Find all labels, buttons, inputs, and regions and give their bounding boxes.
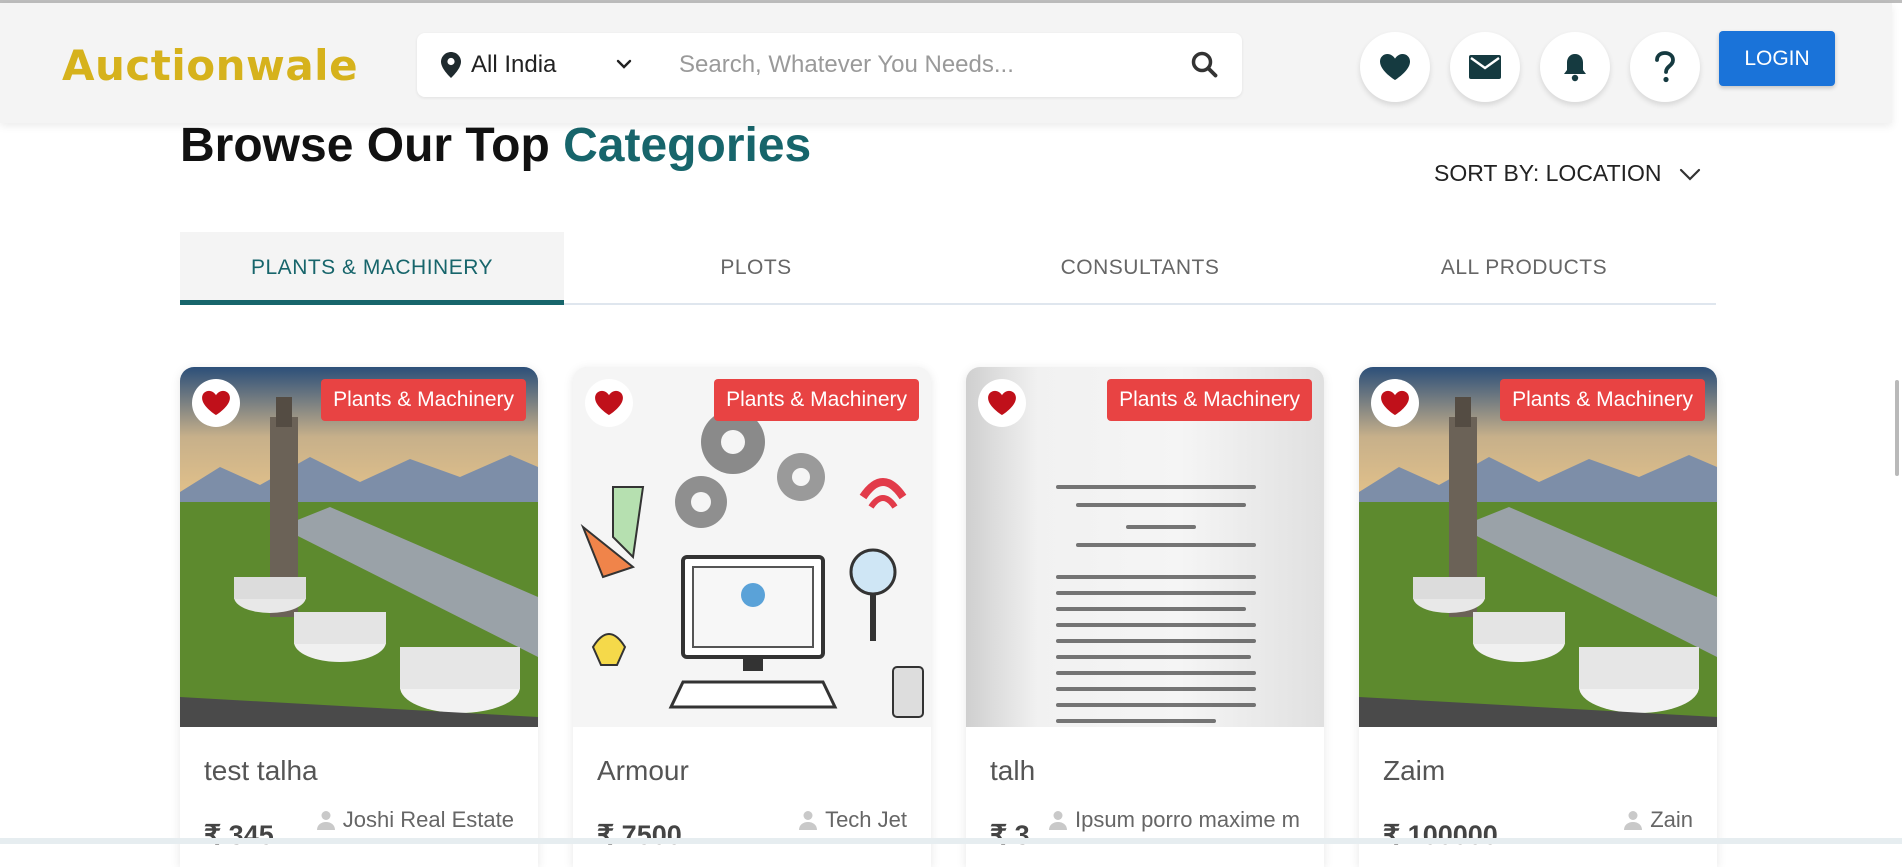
search-icon[interactable] [1189, 49, 1221, 81]
favorite-button[interactable] [192, 379, 240, 427]
product-price: ₹ 100000 [1383, 820, 1498, 850]
document-text-line [1056, 607, 1246, 611]
product-image-industrial-plant[interactable] [180, 367, 538, 727]
product-image-document[interactable] [966, 367, 1324, 727]
site-logo[interactable]: Auctionwale [62, 41, 358, 90]
product-title[interactable]: Armour [597, 755, 689, 787]
help-icon [1655, 51, 1675, 83]
search-bar: All India [417, 33, 1242, 97]
tab-all-products[interactable]: ALL PRODUCTS [1332, 232, 1716, 303]
favorite-button[interactable] [585, 379, 633, 427]
tab-plots[interactable]: PLOTS [564, 232, 948, 303]
chevron-down-icon [1679, 168, 1700, 181]
sort-dropdown[interactable]: SORT BY: LOCATION [1434, 160, 1702, 187]
seller-name: Ipsum porro maxime m [1075, 807, 1300, 832]
location-label: All India [471, 51, 557, 78]
heart-icon [1380, 54, 1410, 80]
document-text-line [1076, 503, 1246, 507]
product-card[interactable]: Plants & Machinery test talha ₹ 345 Josh… [180, 367, 538, 867]
seller-info: Joshi Real Estate [316, 807, 514, 833]
category-tabs: PLANTS & MACHINERY PLOTS CONSULTANTS ALL… [180, 232, 1716, 305]
search-input[interactable] [679, 45, 1169, 85]
user-icon [1624, 811, 1643, 830]
heart-icon [1381, 390, 1409, 416]
document-text-line [1056, 703, 1256, 707]
document-text-line [1056, 623, 1256, 627]
mail-icon [1469, 55, 1501, 79]
document-text-line [1056, 655, 1251, 659]
seller-info: Ipsum porro maxime m [1049, 807, 1300, 833]
user-icon [799, 811, 818, 830]
document-text-line [1056, 671, 1256, 675]
sort-label: SORT BY: LOCATION [1434, 160, 1662, 186]
product-card[interactable]: Plants & Machinery talh ₹ 3 Ipsum porro … [966, 367, 1324, 867]
heart-icon [202, 390, 230, 416]
tab-consultants[interactable]: CONSULTANTS [948, 232, 1332, 303]
document-text-line [1056, 687, 1256, 691]
product-image-web-design[interactable] [573, 367, 931, 727]
heart-icon [988, 390, 1016, 416]
product-price: ₹ 3 [990, 820, 1030, 850]
seller-name: Joshi Real Estate [342, 807, 514, 832]
category-badge: Plants & Machinery [714, 379, 919, 421]
user-icon [1049, 811, 1068, 830]
document-text-line [1056, 639, 1256, 643]
notifications-button[interactable] [1540, 32, 1610, 102]
scrollbar-thumb[interactable] [1895, 380, 1899, 476]
page-title: Browse Our Top Categories [180, 118, 811, 173]
user-icon [316, 811, 335, 830]
tab-plants-machinery[interactable]: PLANTS & MACHINERY [180, 232, 564, 305]
chevron-down-icon[interactable] [615, 55, 633, 73]
location-pin-icon [441, 52, 461, 78]
product-card[interactable]: Plants & Machinery Armour ₹ 7500 Tech Je… [573, 367, 931, 867]
seller-info: Zain [1624, 807, 1693, 833]
favorite-button[interactable] [1371, 379, 1419, 427]
product-price: ₹ 345 [204, 820, 274, 850]
product-image-industrial-plant[interactable] [1359, 367, 1717, 727]
category-badge: Plants & Machinery [321, 379, 526, 421]
top-navbar: Auctionwale All India Search, Whatever Y… [0, 3, 1892, 123]
login-button[interactable]: LOGIN [1719, 31, 1835, 86]
title-accent: Categories [563, 119, 812, 172]
location-selector[interactable]: All India [441, 33, 556, 97]
bottom-border [0, 838, 1902, 844]
product-price: ₹ 7500 [597, 820, 682, 850]
document-text-line [1056, 719, 1216, 723]
seller-name: Zain [1650, 807, 1693, 832]
help-button[interactable] [1630, 32, 1700, 102]
document-text-line [1056, 485, 1256, 489]
product-card[interactable]: Plants & Machinery Zaim ₹ 100000 Zain [1359, 367, 1717, 867]
document-text-line [1126, 525, 1196, 529]
bell-icon [1564, 54, 1586, 82]
messages-button[interactable] [1450, 32, 1520, 102]
document-text-line [1056, 591, 1256, 595]
document-text-line [1076, 543, 1256, 547]
favorite-button[interactable] [978, 379, 1026, 427]
seller-name: Tech Jet [825, 807, 907, 832]
category-badge: Plants & Machinery [1500, 379, 1705, 421]
product-title[interactable]: test talha [204, 755, 318, 787]
wishlist-button[interactable] [1360, 32, 1430, 102]
title-main: Browse Our Top [180, 119, 550, 172]
seller-info: Tech Jet [799, 807, 907, 833]
document-text-line [1056, 575, 1256, 579]
product-title[interactable]: Zaim [1383, 755, 1445, 787]
category-badge: Plants & Machinery [1107, 379, 1312, 421]
heart-icon [595, 390, 623, 416]
product-title[interactable]: talh [990, 755, 1035, 787]
